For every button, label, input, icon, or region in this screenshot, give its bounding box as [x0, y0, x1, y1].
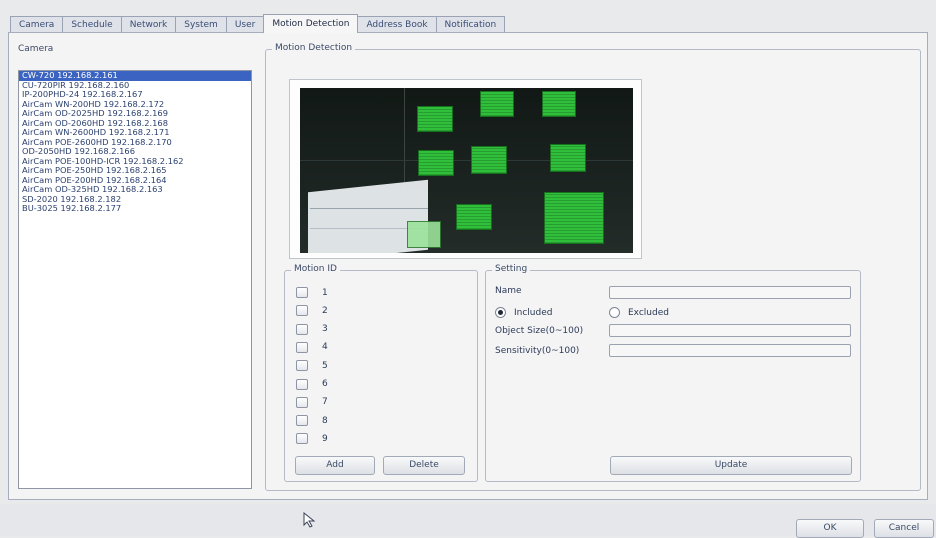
- motion-id-label: 1: [322, 287, 328, 298]
- camera-video-view[interactable]: [300, 88, 633, 253]
- motion-region[interactable]: [471, 146, 507, 174]
- name-label: Name: [495, 286, 522, 296]
- tab-address-book[interactable]: Address Book: [357, 16, 437, 33]
- motion-id-label: 5: [322, 360, 328, 371]
- excluded-option[interactable]: Excluded: [609, 307, 669, 318]
- motion-id-checkbox[interactable]: [296, 396, 308, 408]
- motion-region[interactable]: [418, 150, 454, 176]
- tab-system[interactable]: System: [175, 16, 227, 33]
- sensitivity-field[interactable]: [609, 344, 851, 357]
- motion-id-checkbox[interactable]: [296, 323, 308, 335]
- motion-id-checkbox[interactable]: [296, 433, 308, 445]
- motion-region[interactable]: [417, 106, 453, 132]
- cancel-button[interactable]: Cancel: [874, 519, 934, 538]
- motion-id-row[interactable]: 3: [296, 323, 328, 335]
- motion-region[interactable]: [544, 192, 604, 244]
- tab-motion-detection[interactable]: Motion Detection: [263, 14, 359, 33]
- sensitivity-label: Sensitivity(0~100): [495, 346, 580, 356]
- update-button[interactable]: Update: [610, 456, 852, 475]
- motion-id-row[interactable]: 1: [296, 287, 328, 298]
- delete-button[interactable]: Delete: [383, 456, 465, 475]
- included-label: Included: [514, 307, 553, 318]
- motion-id-label: 3: [322, 324, 328, 335]
- excluded-radio[interactable]: [609, 307, 620, 318]
- motion-region[interactable]: [550, 144, 586, 172]
- motion-id-group: Motion ID: [284, 264, 478, 482]
- motion-id-row[interactable]: 2: [296, 305, 328, 317]
- motion-id-checkbox[interactable]: [296, 287, 308, 298]
- motion-region[interactable]: [480, 91, 514, 117]
- motion-id-label: 9: [322, 433, 328, 444]
- motion-id-label: 8: [322, 415, 328, 426]
- camera-list[interactable]: CW-720 192.168.2.161 CU-720PIR 192.168.2.…: [18, 70, 252, 489]
- tab-network[interactable]: Network: [120, 16, 177, 33]
- motion-id-row[interactable]: 4: [296, 341, 328, 353]
- mouse-pointer-icon: [303, 511, 317, 531]
- motion-id-checkbox[interactable]: [296, 360, 308, 372]
- tab-schedule[interactable]: Schedule: [62, 16, 122, 33]
- setting-legend: Setting: [492, 264, 531, 274]
- tab-notification[interactable]: Notification: [435, 16, 506, 33]
- setting-group: Setting: [485, 264, 861, 482]
- included-radio[interactable]: [495, 307, 506, 318]
- camera-preview-frame: [289, 79, 642, 259]
- object-size-label: Object Size(0~100): [495, 326, 584, 336]
- excluded-label: Excluded: [628, 307, 669, 318]
- motion-id-label: 4: [322, 342, 328, 353]
- motion-region[interactable]: [456, 204, 492, 230]
- add-button[interactable]: Add: [295, 456, 375, 475]
- motion-id-checkbox[interactable]: [296, 378, 308, 390]
- motion-id-checkbox[interactable]: [296, 305, 308, 317]
- motion-id-label: 2: [322, 305, 328, 316]
- motion-id-row[interactable]: 7: [296, 396, 328, 408]
- included-option[interactable]: Included: [495, 307, 552, 318]
- tab-user[interactable]: User: [225, 16, 265, 33]
- tab-camera[interactable]: Camera: [10, 16, 64, 33]
- motion-id-row[interactable]: 6: [296, 378, 328, 390]
- ok-button[interactable]: OK: [796, 519, 864, 538]
- motion-region-selected[interactable]: [407, 221, 441, 248]
- name-field[interactable]: [609, 286, 851, 299]
- motion-detection-legend: Motion Detection: [272, 43, 356, 53]
- camera-panel-label: Camera: [18, 44, 54, 54]
- motion-id-checkbox[interactable]: [296, 341, 308, 353]
- motion-id-legend: Motion ID: [291, 264, 340, 274]
- motion-id-row[interactable]: 5: [296, 360, 328, 372]
- motion-region[interactable]: [542, 91, 576, 117]
- motion-id-checkbox[interactable]: [296, 415, 308, 427]
- object-size-field[interactable]: [609, 324, 851, 337]
- motion-id-row[interactable]: 8: [296, 415, 328, 427]
- motion-id-label: 7: [322, 397, 328, 408]
- motion-id-label: 6: [322, 379, 328, 389]
- tab-bar: Camera Schedule Network System User Moti…: [10, 14, 506, 33]
- motion-id-row[interactable]: 9: [296, 433, 328, 445]
- camera-list-item[interactable]: BU-3025 192.168.2.177: [19, 203, 251, 214]
